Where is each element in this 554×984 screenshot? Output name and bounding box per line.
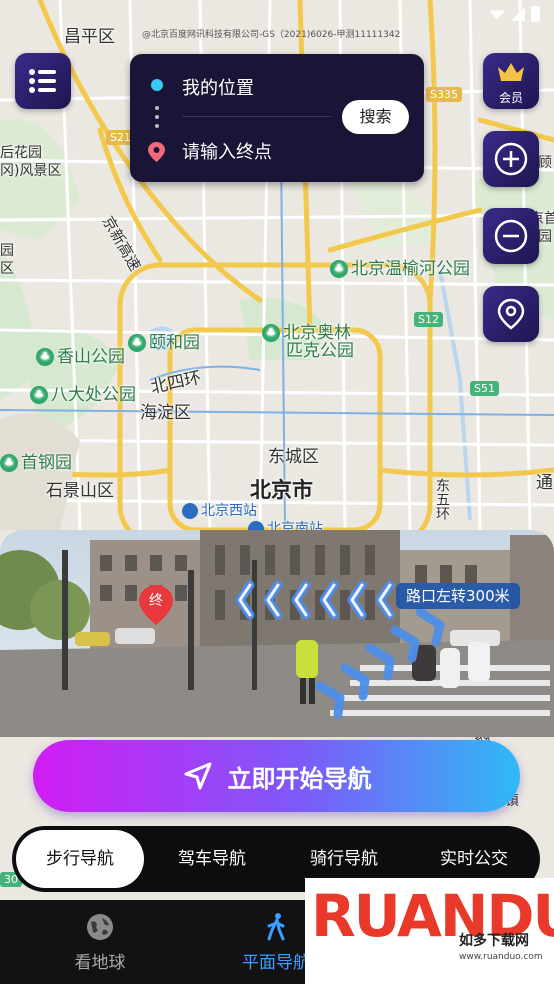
crown-icon	[498, 63, 524, 81]
end-marker-label: 终	[149, 593, 163, 609]
map-label-partial-yuan2: 园	[538, 229, 552, 245]
origin-field[interactable]: 我的位置	[182, 74, 254, 100]
route-input-card: 我的位置 请输入终点 搜索	[130, 54, 424, 182]
road-tag-s12: S12	[414, 312, 443, 327]
park-icon: ♣	[262, 324, 280, 342]
map-label-dongwuhuan: 东五环	[434, 478, 450, 520]
nav-earth[interactable]: 看地球	[40, 912, 160, 973]
status-bar-icons	[489, 6, 540, 22]
road-tag-s335: S335	[426, 87, 462, 102]
poi-yiheyuan-label: 颐和园	[149, 333, 200, 353]
start-navigation-label: 立即开始导航	[227, 764, 372, 793]
street-view-image	[0, 530, 554, 737]
location-pin-icon	[497, 298, 525, 330]
poi-shougang[interactable]: ♣ 首钢园	[0, 448, 72, 473]
poi-wenyu-label: 北京温榆河公园	[351, 259, 470, 279]
station-icon	[182, 503, 198, 519]
park-icon: ♣	[30, 386, 48, 404]
tab-driving[interactable]: 驾车导航	[148, 830, 276, 888]
map-label-beijing: 北京市	[250, 478, 313, 502]
route-dots-icon	[155, 106, 159, 133]
map-label-partial-yuan: 园	[0, 243, 14, 259]
poi-wenyu[interactable]: ♣ 北京温榆河公园	[330, 254, 470, 279]
map-label-partial-qu: 区	[0, 261, 14, 277]
poi-xiangshan-label: 香山公园	[57, 347, 125, 367]
tab-walking[interactable]: 步行导航	[16, 830, 144, 888]
destination-pin-icon	[148, 142, 165, 162]
search-button[interactable]: 搜索	[342, 100, 409, 134]
street-view-panel[interactable]	[0, 530, 554, 737]
beijing-west-label: 北京西站	[201, 503, 257, 519]
signal-icon	[511, 7, 525, 21]
map-label-shijingshan: 石景山区	[46, 481, 114, 501]
zoom-in-button[interactable]	[483, 131, 539, 187]
park-icon: ♣	[330, 260, 348, 278]
vip-label: 会员	[498, 91, 523, 105]
globe-icon	[87, 914, 113, 940]
start-dot-icon	[151, 79, 163, 91]
map-label-partial-fengjing: 冈)风景区	[0, 163, 62, 179]
end-marker-icon: 终	[139, 585, 173, 625]
map-label-changping: 昌平区	[64, 27, 115, 47]
start-navigation-button[interactable]: 立即开始导航	[33, 740, 520, 812]
poi-yiheyuan[interactable]: ♣ 颐和园	[128, 328, 200, 353]
turn-instruction-tip: 路口左转300米	[396, 583, 520, 609]
nav-flat-navigation-label: 平面导航	[242, 953, 310, 973]
ruanduo-watermark-logo: RUANDUO 如多下载网 www.ruanduo.com	[305, 878, 554, 984]
minus-icon	[494, 219, 528, 253]
plus-icon	[494, 142, 528, 176]
poi-xiangshan[interactable]: ♣ 香山公园	[36, 342, 125, 367]
park-icon: ♣	[36, 348, 54, 366]
poi-olympic-line2: 匹克公园	[286, 341, 354, 361]
nav-earth-label: 看地球	[74, 953, 126, 973]
road-tag-s51: S51	[470, 381, 499, 396]
map-label-partial: 后花园	[0, 145, 42, 161]
zoom-out-button[interactable]	[483, 208, 539, 264]
destination-input[interactable]: 请输入终点	[182, 138, 272, 164]
map-label-haidian: 海淀区	[140, 403, 191, 423]
vip-button[interactable]: 会员	[483, 53, 539, 109]
walker-icon	[267, 913, 285, 941]
list-menu-icon	[29, 69, 56, 93]
poi-badachu-label: 八大处公园	[51, 385, 136, 405]
route-divider	[182, 116, 332, 117]
map-label-tong: 通	[536, 473, 553, 493]
poi-shougang-label: 首钢园	[21, 453, 72, 473]
watermark-url: www.ruanduo.com	[459, 952, 543, 962]
navigation-arrow-icon	[184, 762, 211, 790]
map-label-dongcheng: 东城区	[268, 447, 319, 467]
map-label-beijing-west[interactable]: 北京西站	[182, 500, 257, 520]
park-icon: ♣	[0, 454, 18, 472]
poi-badachu[interactable]: ♣ 八大处公园	[30, 380, 136, 405]
watermark-cn: 如多下载网	[459, 933, 529, 949]
battery-icon	[531, 6, 540, 22]
locate-button[interactable]	[483, 286, 539, 342]
map-label-partial-gu: 顾	[538, 155, 552, 171]
menu-button[interactable]	[15, 53, 71, 109]
park-icon: ♣	[128, 334, 146, 352]
wifi-icon	[489, 10, 505, 20]
map-copyright: @北京百度网讯科技有限公司-GS（2021)6026-甲测11111342	[142, 30, 401, 40]
